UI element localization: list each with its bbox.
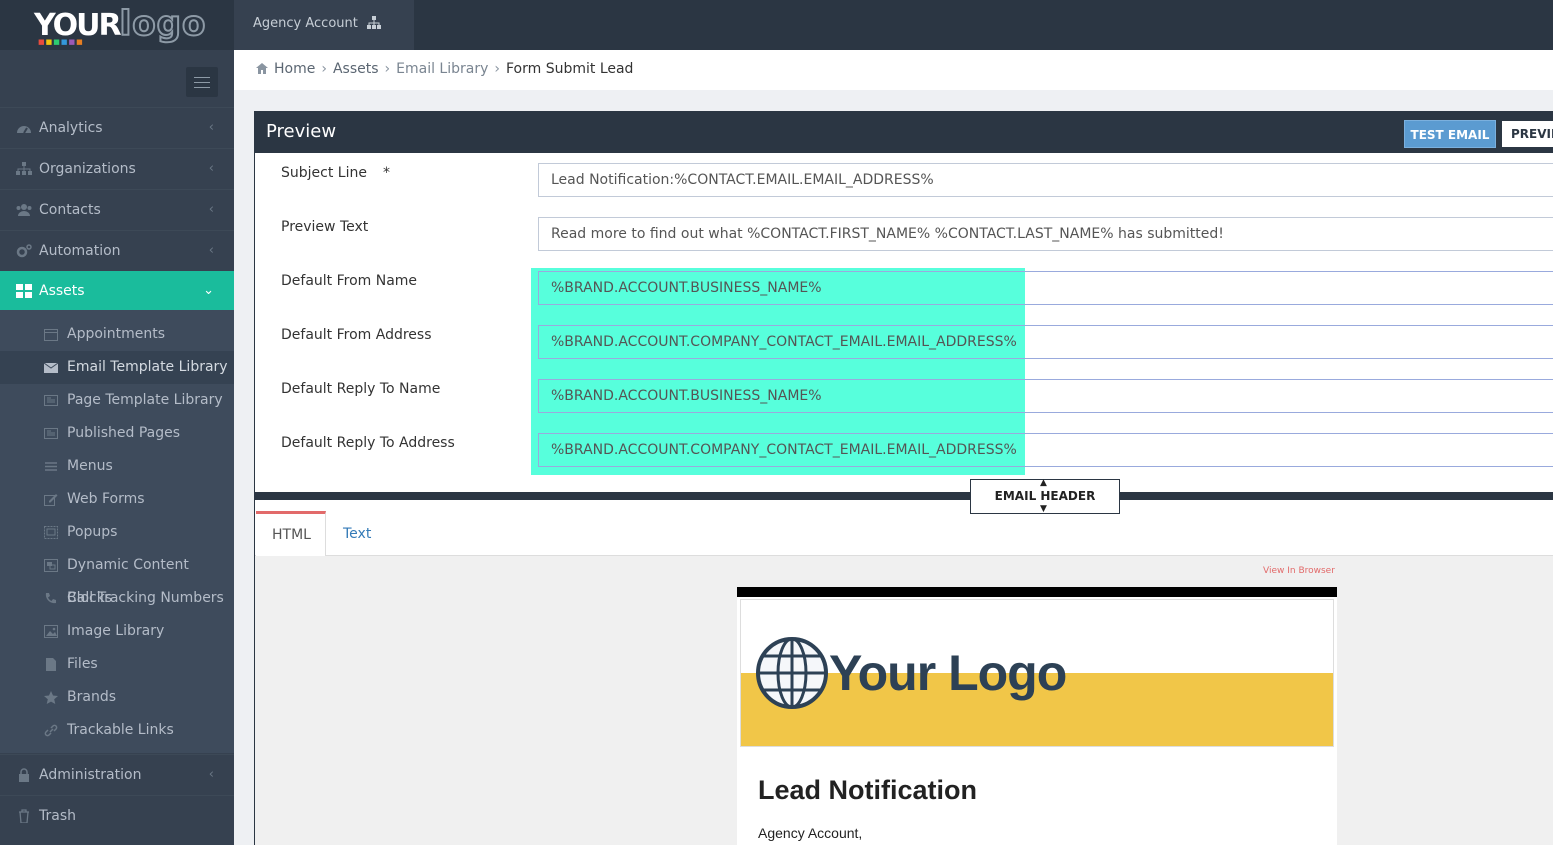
users-icon bbox=[16, 204, 32, 216]
hamburger-menu-button[interactable] bbox=[186, 67, 218, 97]
breadcrumb-assets[interactable]: Assets bbox=[333, 61, 379, 77]
sidebar-item-published-pages[interactable]: Published Pages bbox=[0, 417, 234, 450]
sidebar-item-brands[interactable]: Brands bbox=[0, 681, 234, 714]
sidebar-item-administration[interactable]: Administration ‹ bbox=[0, 754, 234, 795]
email-greeting: Agency Account, bbox=[758, 825, 863, 841]
newspaper-icon bbox=[44, 395, 58, 406]
account-name: Agency Account bbox=[253, 16, 358, 31]
reply-name-label: Default Reply To Name bbox=[281, 381, 441, 397]
email-logo-banner: Your Logo bbox=[740, 599, 1334, 747]
logo[interactable]: YOURlogo ■■■■■■ bbox=[0, 0, 234, 50]
breadcrumb-separator: › bbox=[384, 61, 391, 77]
star-icon bbox=[44, 691, 58, 704]
from-address-input[interactable]: %BRAND.ACCOUNT.COMPANY_CONTACT_EMAIL.EMA… bbox=[538, 325, 1553, 359]
preview-panel: Preview TEST EMAIL PREVIEW Subject Line*… bbox=[254, 111, 1553, 845]
edit-icon bbox=[44, 494, 58, 506]
section-divider bbox=[255, 492, 1553, 500]
subject-line-input[interactable]: Lead Notification:%CONTACT.EMAIL.EMAIL_A… bbox=[538, 163, 1553, 197]
calendar-icon bbox=[44, 329, 58, 341]
top-bar: YOURlogo ■■■■■■ Agency Account bbox=[0, 0, 1553, 50]
chevron-up-icon: ▲ bbox=[1040, 478, 1047, 488]
email-brand-name: Your Logo bbox=[829, 645, 1067, 701]
object-group-icon bbox=[44, 559, 58, 572]
logo-dots: ■■■■■■ bbox=[38, 38, 84, 46]
cogs-icon bbox=[16, 244, 32, 258]
envelope-icon bbox=[44, 362, 58, 373]
sidebar-item-files[interactable]: Files bbox=[0, 648, 234, 681]
from-address-label: Default From Address bbox=[281, 327, 432, 343]
tab-html[interactable]: HTML bbox=[256, 511, 326, 556]
email-header-toggle[interactable]: ▲ EMAIL HEADER ▼ bbox=[970, 479, 1120, 514]
file-icon bbox=[46, 658, 56, 671]
email-body: Your Logo Lead Notification Agency Accou… bbox=[737, 587, 1337, 845]
sitemap-icon bbox=[367, 16, 381, 29]
breadcrumb-email-library[interactable]: Email Library bbox=[396, 61, 488, 77]
sidebar-item-image-library[interactable]: Image Library bbox=[0, 615, 234, 648]
lock-icon bbox=[19, 768, 29, 782]
sidebar-item-dynamic-content-blocks[interactable]: Dynamic Content Blocks bbox=[0, 549, 234, 606]
breadcrumb-home[interactable]: Home bbox=[274, 61, 315, 77]
breadcrumb-separator: › bbox=[321, 61, 327, 77]
sidebar-item-web-forms[interactable]: Web Forms bbox=[0, 483, 234, 516]
phone-icon bbox=[45, 593, 56, 604]
content-tabs: HTML Text bbox=[255, 511, 1553, 556]
sidebar-item-call-tracking-numbers[interactable]: Call Tracking Numbers bbox=[0, 582, 234, 615]
preview-text-input[interactable]: Read more to find out what %CONTACT.FIRS… bbox=[538, 217, 1553, 251]
sidebar-item-assets[interactable]: Assets ⌄ bbox=[0, 271, 234, 312]
sidebar-item-automation[interactable]: Automation ‹ bbox=[0, 230, 234, 271]
panel-title: Preview bbox=[266, 121, 337, 142]
view-in-browser-link[interactable]: View In Browser bbox=[1263, 566, 1335, 576]
email-top-bar bbox=[737, 587, 1337, 597]
subject-line-label: Subject Line * bbox=[281, 165, 390, 181]
reply-address-input[interactable]: %BRAND.ACCOUNT.COMPANY_CONTACT_EMAIL.EMA… bbox=[538, 433, 1553, 467]
sidebar-item-contacts[interactable]: Contacts ‹ bbox=[0, 189, 234, 230]
image-icon bbox=[44, 625, 58, 638]
trash-icon bbox=[19, 809, 29, 823]
sidebar-item-trackable-links[interactable]: Trackable Links bbox=[0, 714, 234, 747]
sidebar-item-appointments[interactable]: Appointments bbox=[0, 318, 234, 351]
from-name-label: Default From Name bbox=[281, 273, 418, 289]
sidebar-item-email-template-library[interactable]: Email Template Library bbox=[0, 351, 234, 384]
chevron-left-icon: ‹ bbox=[208, 161, 214, 176]
breadcrumb-bar: Home › Assets › Email Library › Form Submit Le… bbox=[234, 50, 1553, 90]
sidebar-item-popups[interactable]: Popups bbox=[0, 516, 234, 549]
chevron-left-icon: ‹ bbox=[208, 243, 214, 258]
sidebar-item-menus[interactable]: Menus bbox=[0, 450, 234, 483]
chevron-left-icon: ‹ bbox=[208, 120, 214, 135]
tab-text[interactable]: Text bbox=[327, 511, 387, 556]
popup-icon bbox=[44, 526, 58, 539]
preview-button[interactable]: PREVIEW bbox=[1501, 120, 1553, 148]
reply-name-input[interactable]: %BRAND.ACCOUNT.BUSINESS_NAME% bbox=[538, 379, 1553, 413]
bars-icon bbox=[45, 462, 57, 471]
chevron-down-icon: ⌄ bbox=[203, 283, 214, 298]
sidebar-item-organizations[interactable]: Organizations ‹ bbox=[0, 148, 234, 189]
sitemap-icon bbox=[16, 162, 32, 175]
preview-text-label: Preview Text bbox=[281, 219, 369, 235]
sidebar-item-page-template-library[interactable]: Page Template Library bbox=[0, 384, 234, 417]
sidebar-item-trash[interactable]: Trash bbox=[0, 795, 234, 836]
email-heading: Lead Notification bbox=[758, 775, 978, 805]
link-icon bbox=[44, 724, 58, 737]
newspaper-icon bbox=[44, 428, 58, 439]
account-switcher[interactable]: Agency Account bbox=[234, 0, 414, 50]
globe-icon bbox=[756, 637, 828, 709]
breadcrumb-current: Form Submit Lead bbox=[505, 61, 634, 77]
chevron-left-icon: ‹ bbox=[208, 767, 214, 782]
reply-address-label: Default Reply To Address bbox=[281, 435, 455, 451]
grid-icon bbox=[16, 284, 32, 298]
sidebar: Analytics ‹ Organizations ‹ Contacts ‹ A… bbox=[0, 50, 234, 845]
assets-submenu: Appointments Email Template Library Page… bbox=[0, 310, 234, 753]
email-preview-canvas: View In Browser Your Logo Lead Notificat… bbox=[255, 556, 1553, 845]
test-email-button[interactable]: TEST EMAIL bbox=[1404, 120, 1496, 148]
sidebar-item-analytics[interactable]: Analytics ‹ bbox=[0, 107, 234, 148]
home-icon bbox=[256, 63, 268, 74]
breadcrumb-separator: › bbox=[494, 61, 500, 77]
panel-header: Preview TEST EMAIL PREVIEW bbox=[255, 111, 1553, 153]
from-name-input[interactable]: %BRAND.ACCOUNT.BUSINESS_NAME% bbox=[538, 271, 1553, 305]
chevron-left-icon: ‹ bbox=[208, 202, 214, 217]
breadcrumb: Home › Assets › Email Library › Form Submit Le… bbox=[256, 50, 633, 88]
dashboard-icon bbox=[17, 126, 31, 134]
